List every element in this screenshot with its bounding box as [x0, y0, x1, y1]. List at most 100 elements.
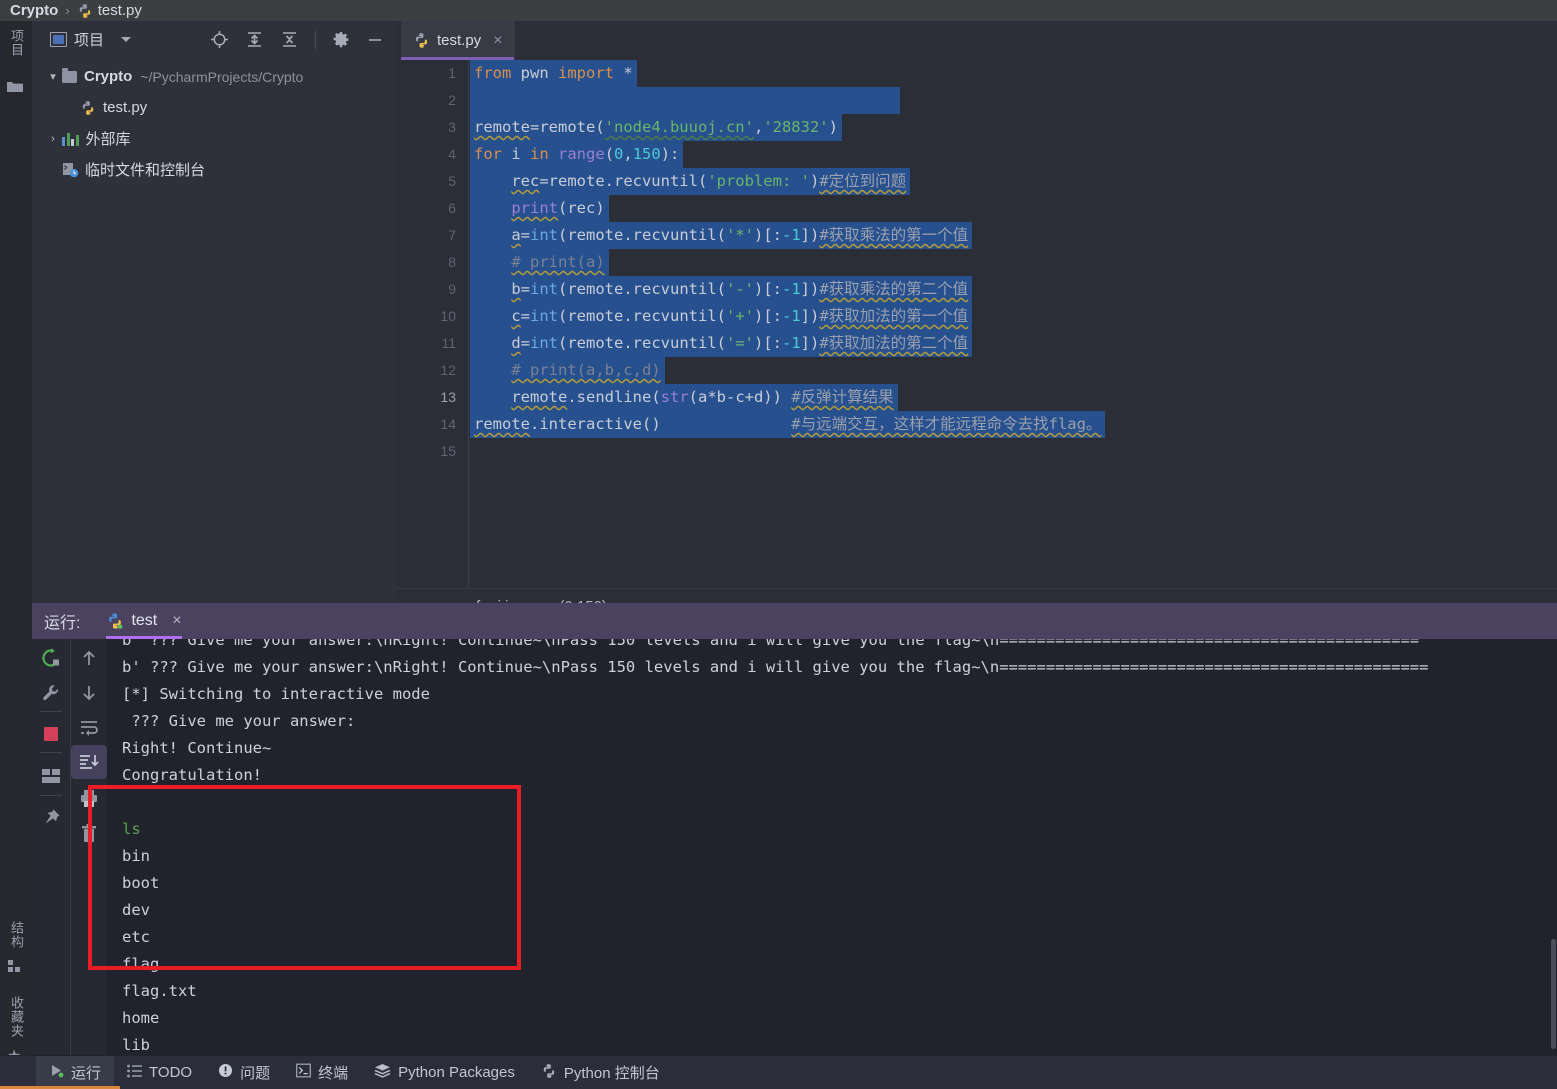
console-line: b' ??? Give me your answer:\nRight! Cont… — [122, 658, 1429, 676]
run-tool-window: 运行: test × b' ??? Give me your answer:\n… — [32, 603, 1557, 1055]
tree-node-crypto[interactable]: ▾ Crypto ~/PycharmProjects/Crypto — [32, 61, 396, 92]
console-output[interactable]: b' ??? Give me your answer:\nRight! Cont… — [108, 639, 1557, 1055]
layout-icon[interactable] — [32, 759, 70, 793]
line-number: 2 — [448, 92, 456, 108]
line-number: 10 — [440, 308, 456, 324]
line-number: 4 — [448, 146, 456, 162]
code-line-9: b=int(remote.recvuntil('-')[:-1])#获取乘法的第… — [470, 276, 973, 303]
status-item-label: 运行 — [71, 1065, 102, 1082]
soft-wrap-icon[interactable] — [71, 711, 107, 745]
trash-icon[interactable] — [71, 817, 107, 851]
status-item-python-packages[interactable]: Python Packages — [361, 1056, 528, 1089]
code-line-8: # print(a) — [470, 249, 609, 276]
tool-window-button-structure[interactable]: 结构 — [7, 921, 26, 949]
console-line-command: ls — [122, 820, 141, 838]
status-item-terminal[interactable]: 终端 — [283, 1056, 361, 1089]
code-line-7: a=int(remote.recvuntil('*')[:-1])#获取乘法的第… — [470, 222, 973, 249]
line-number: 11 — [441, 335, 456, 351]
tool-window-button-favorites[interactable]: 收藏夹 — [7, 996, 26, 1038]
tab-test-py[interactable]: test.py × — [401, 21, 515, 60]
project-panel-title[interactable]: 项目 — [50, 29, 132, 50]
status-item-label: 终端 — [318, 1065, 349, 1082]
code-line-14: remote.interactive() #与远端交互，这样才能远程命令去找fl… — [470, 411, 1106, 438]
tree-node-test-py[interactable]: test.py — [32, 92, 396, 123]
breadcrumb-project[interactable]: Crypto — [10, 2, 58, 19]
line-number: 7 — [448, 227, 456, 243]
code-content[interactable]: from pwn import * remote=remote('node4.b… — [470, 60, 1557, 588]
collapse-all-icon[interactable] — [280, 30, 299, 49]
stop-icon[interactable] — [32, 717, 70, 751]
status-item-label: Python Packages — [398, 1064, 515, 1081]
line-number: 3 — [448, 119, 456, 135]
structure-icon[interactable] — [8, 959, 23, 977]
console-line: b' ??? Give me your answer:\nRight! Cont… — [122, 639, 1420, 649]
wrench-settings-icon[interactable] — [32, 676, 70, 710]
status-item-run[interactable]: 运行 — [36, 1056, 115, 1089]
breadcrumb-separator: › — [65, 3, 70, 18]
code-line-1: from pwn import * — [470, 60, 637, 87]
twisty-icon[interactable]: ▾ — [44, 70, 62, 83]
tree-node-label: test.py — [103, 99, 148, 116]
toolbar-divider — [315, 30, 316, 49]
run-toolbar-left — [32, 639, 70, 1055]
tree-node-path: ~/PycharmProjects/Crypto — [140, 68, 304, 85]
console-line: ??? Give me your answer: — [122, 712, 356, 730]
twisty-icon[interactable]: › — [44, 133, 62, 145]
problems-icon — [218, 1063, 233, 1082]
project-tree: ▾ Crypto ~/PycharmProjects/Crypto test.p… — [32, 61, 396, 185]
tool-window-button-project[interactable]: 项目 — [7, 29, 26, 57]
print-icon[interactable] — [71, 781, 107, 815]
tree-node-scratches[interactable]: 临时文件和控制台 — [32, 154, 396, 185]
folder-icon[interactable] — [6, 79, 24, 98]
locate-target-icon[interactable] — [210, 30, 229, 49]
close-icon[interactable]: × — [172, 612, 181, 630]
status-bar: 运行 TODO 问题 终端 Python Packages Python 控制台 — [0, 1055, 1557, 1089]
code-line-10: c=int(remote.recvuntil('+')[:-1])#获取加法的第… — [470, 303, 973, 330]
code-line-4: −for i in range(0,150): — [470, 141, 684, 168]
expand-all-icon[interactable] — [245, 30, 264, 49]
editor-gutter[interactable]: 1 2 3 4 5 6 7 8 9 10 11 12 13 14 15 — [396, 60, 470, 588]
console-line: flag — [122, 955, 160, 973]
chevron-down-icon[interactable] — [121, 37, 132, 42]
run-tab-test[interactable]: test × — [106, 603, 182, 639]
console-scrollbar[interactable] — [1550, 639, 1557, 1055]
status-item-problems[interactable]: 问题 — [205, 1056, 283, 1089]
minimize-icon[interactable] — [366, 31, 384, 49]
line-number: 15 — [440, 443, 456, 459]
console-line: Congratulation! — [122, 766, 262, 784]
packages-icon — [374, 1063, 391, 1082]
gutter-separator — [468, 60, 469, 588]
run-tab-label: test — [131, 612, 158, 629]
code-line-11: d=int(remote.recvuntil('=')[:-1])#获取加法的第… — [470, 330, 973, 357]
gear-icon[interactable] — [332, 31, 350, 49]
line-number-current: 13 — [440, 389, 456, 405]
rerun-icon[interactable] — [32, 641, 70, 675]
code-line-12: # print(a,b,c,d) — [470, 357, 665, 384]
breadcrumb-file[interactable]: test.py — [98, 2, 142, 19]
console-line: Right! Continue~ — [122, 739, 272, 757]
line-number: 1 — [448, 65, 456, 81]
tab-label: test.py — [437, 32, 482, 49]
code-line-5: rec=remote.recvuntil('problem: ')#定位到问题 — [470, 168, 911, 195]
status-item-python-console[interactable]: Python 控制台 — [528, 1056, 673, 1089]
pin-icon[interactable] — [32, 801, 70, 835]
line-number: 9 — [448, 281, 456, 297]
tree-node-label: Crypto — [84, 68, 133, 85]
arrow-down-icon[interactable] — [71, 676, 107, 710]
tree-node-external-libraries[interactable]: › 外部库 — [32, 123, 396, 154]
console-line: [*] Switching to interactive mode — [122, 685, 430, 703]
project-panel-title-label: 项目 — [74, 32, 105, 49]
status-item-label: TODO — [149, 1064, 193, 1081]
status-item-label: Python 控制台 — [563, 1065, 660, 1082]
breadcrumb: Crypto › test.py — [0, 0, 1557, 21]
run-toolbar-right — [71, 639, 107, 1055]
console-scrollbar-thumb[interactable] — [1551, 939, 1556, 1049]
code-line-2 — [470, 87, 900, 114]
arrow-up-icon[interactable] — [71, 641, 107, 675]
status-item-todo[interactable]: TODO — [114, 1056, 205, 1089]
scroll-to-end-icon[interactable] — [71, 745, 107, 779]
close-icon[interactable]: × — [493, 32, 502, 50]
project-window-icon — [50, 32, 67, 47]
console-line: bin — [122, 847, 150, 865]
python-file-icon — [106, 612, 124, 630]
